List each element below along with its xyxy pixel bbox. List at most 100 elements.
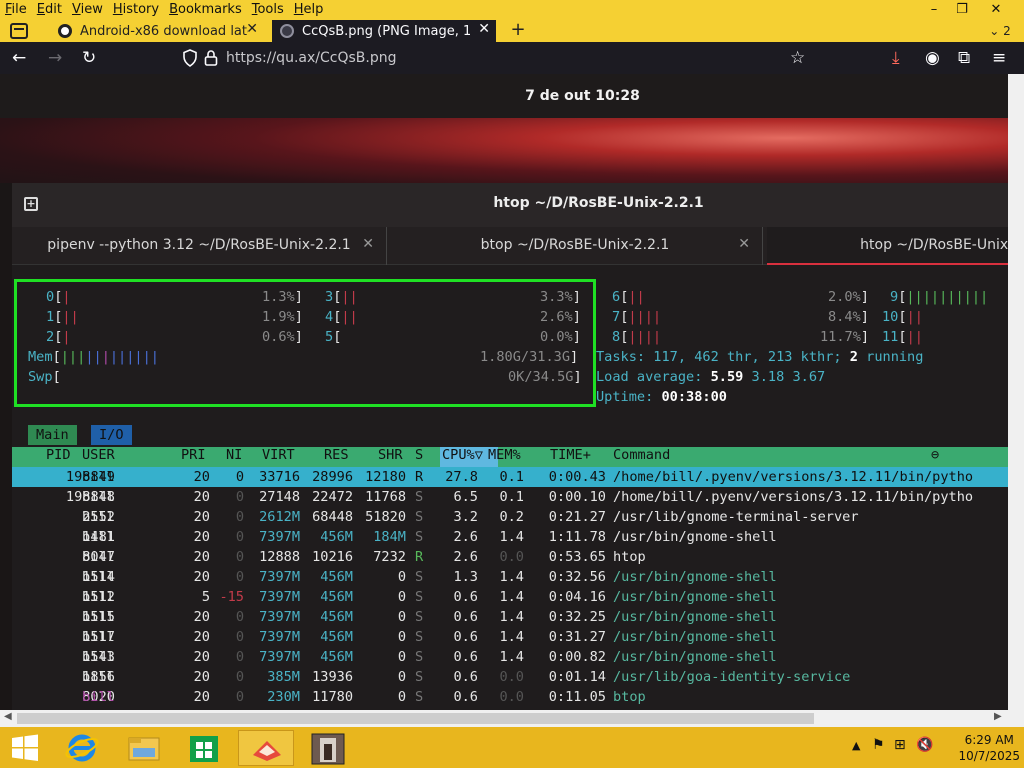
bookmark-star-icon[interactable]: ☆ xyxy=(790,48,805,68)
col-ni-cell: -15 xyxy=(219,589,244,605)
col-ni-cell: 0 xyxy=(235,609,244,625)
col-pid[interactable]: PID xyxy=(46,447,71,463)
browser-top-bar: File Edit View History Bookmarks Tools H… xyxy=(0,0,1024,42)
col-user-cell: bill xyxy=(82,549,115,565)
col-virt[interactable]: VIRT xyxy=(262,447,295,463)
col-ni[interactable]: NI xyxy=(226,447,242,463)
terminal-tab-close-icon[interactable]: ✕ xyxy=(362,236,374,252)
menu-help[interactable]: Help xyxy=(289,0,329,20)
firefox-taskbar-icon[interactable] xyxy=(238,730,294,766)
col-command-cell: /usr/bin/gnome-shell xyxy=(613,589,777,605)
process-row[interactable]: 1481 bill 20 0 7397M 456M 184M S 2.6 1.4 1:11.78/u… xyxy=(12,527,1008,547)
account-icon[interactable]: ◉ xyxy=(925,48,940,68)
process-row[interactable]: 198849 bill 20 0 33716 28996 12180 R 27.8 0.1 0:00… xyxy=(12,467,1008,487)
terminal-tab-pipenv[interactable]: pipenv --python 3.12 ~/D/RosBE-Unix-2.2.… xyxy=(12,227,387,265)
url-bar[interactable]: https://qu.ax/CcQsB.png xyxy=(176,46,816,70)
process-row[interactable]: 8047 bill 20 0 12888 10216 7232 R 2.6 0.0 0:53.65 h… xyxy=(12,547,1008,567)
back-arrow-icon[interactable]: ← xyxy=(12,48,26,68)
col-mem[interactable]: MEM% xyxy=(488,447,521,463)
process-row[interactable]: 1512 bill 5 -15 7397M 456M 0 S 0.6 1.4 0:04.16/usr… xyxy=(12,587,1008,607)
menu-file[interactable]: File xyxy=(0,0,32,20)
col-shr[interactable]: SHR xyxy=(378,447,403,463)
file-explorer-icon[interactable] xyxy=(116,730,172,766)
process-row[interactable]: 1515 bill 20 0 7397M 456M 0 S 0.6 1.4 0:32.25/usr/… xyxy=(12,607,1008,627)
volume-muted-icon[interactable]: 🔇 xyxy=(916,737,933,753)
cpu-meter-5-value: 0.0%] xyxy=(540,329,581,345)
tab-overflow-button[interactable]: ⌄ 2 xyxy=(980,22,1020,40)
start-button[interactable] xyxy=(0,730,50,766)
col-time[interactable]: TIME+ xyxy=(550,447,591,463)
process-row[interactable]: 2552 bill 20 0 2612M 68448 51820 S 3.2 0.2 0:21.27… xyxy=(12,507,1008,527)
col-cpu-cell: 1.3 xyxy=(453,569,478,585)
tab-io[interactable]: I/O xyxy=(91,425,132,445)
tab-close-icon[interactable]: ✕ xyxy=(478,21,490,37)
menu-edit[interactable]: Edit xyxy=(32,0,67,20)
downloads-icon[interactable]: ⤓ xyxy=(892,48,900,68)
menu-view[interactable]: View xyxy=(67,0,108,20)
col-ni-cell: 0 xyxy=(235,649,244,665)
scroll-right-icon[interactable]: ▶ xyxy=(994,711,1002,722)
store-icon[interactable] xyxy=(176,730,232,766)
network-icon[interactable]: ⊞ xyxy=(894,737,906,753)
show-hidden-icons-icon[interactable]: ▲ xyxy=(852,739,860,752)
forward-arrow-icon[interactable]: → xyxy=(48,48,62,68)
menu-tools[interactable]: Tools xyxy=(247,0,289,20)
reload-icon[interactable]: ↻ xyxy=(82,48,96,68)
menu-hamburger-icon[interactable]: ≡ xyxy=(992,48,1006,68)
windows-logo-icon xyxy=(12,734,38,761)
col-state[interactable]: S xyxy=(415,447,423,463)
process-row[interactable]: 8020 bill 20 0 230M 11780 0 S 0.6 0.0 0:11.05 btop xyxy=(12,687,1008,707)
tab-main[interactable]: Main xyxy=(28,425,77,445)
col-command[interactable]: Command xyxy=(613,447,670,463)
col-user-cell: bill xyxy=(82,629,115,645)
tab-image[interactable]: CcQsB.png (PNG Image, 1293 × ✕ xyxy=(272,20,496,42)
process-row[interactable]: 1517 bill 20 0 7397M 456M 0 S 0.6 1.4 0:31.27/usr/… xyxy=(12,627,1008,647)
col-pri[interactable]: PRI xyxy=(181,447,206,463)
image-viewer-taskbar-icon[interactable] xyxy=(300,730,356,766)
close-window-button[interactable]: ✕ xyxy=(980,0,1012,20)
process-row[interactable]: 1543 bill 20 0 7397M 456M 0 S 0.6 1.4 0:00.82/usr/… xyxy=(12,647,1008,667)
tab-list-icon[interactable] xyxy=(10,23,28,39)
vertical-scrollbar[interactable] xyxy=(1008,74,1024,727)
col-res-cell: 456M xyxy=(320,589,353,605)
col-virt-cell: 7397M xyxy=(259,629,300,645)
maximize-button[interactable]: ❐ xyxy=(946,0,978,20)
scroll-left-icon[interactable]: ◀ xyxy=(4,711,12,722)
action-center-flag-icon[interactable]: ⚑ xyxy=(872,737,885,753)
process-row[interactable]: 1514 bill 20 0 7397M 456M 0 S 1.3 1.4 0:32.56/usr/… xyxy=(12,567,1008,587)
col-res[interactable]: RES xyxy=(324,447,349,463)
col-user[interactable]: USER xyxy=(82,447,115,463)
terminal-tab-btop[interactable]: btop ~/D/RosBE-Unix-2.2.1 ✕ xyxy=(388,227,763,265)
col-user-cell: bill xyxy=(82,529,115,545)
process-row[interactable]: 198848 bill 20 0 27148 22472 11768 S 6.5 0.1 0:00.… xyxy=(12,487,1008,507)
col-time-cell: 0:11.05 xyxy=(548,689,606,705)
col-cpu[interactable]: CPU%▽ xyxy=(442,447,483,463)
menu-history[interactable]: History xyxy=(108,0,164,20)
col-user-cell: bill xyxy=(82,609,115,625)
horizontal-scroll-thumb[interactable] xyxy=(17,713,814,724)
cpu-meter-7: 7[|||| xyxy=(612,309,662,325)
tab-android-x86[interactable]: Android-x86 download latest ve ✕ xyxy=(50,20,264,42)
horizontal-scrollbar[interactable]: ◀ ▶ xyxy=(0,710,1008,727)
col-virt-cell: 33716 xyxy=(259,469,300,485)
extensions-icon[interactable]: ⧉ xyxy=(958,48,970,68)
new-tab-button[interactable]: + xyxy=(506,20,530,42)
col-state-cell: S xyxy=(415,669,424,685)
col-cpu-cell: 0.6 xyxy=(453,669,478,685)
col-virt-cell: 7397M xyxy=(259,649,300,665)
url-text: https://qu.ax/CcQsB.png xyxy=(226,50,397,66)
lock-icon[interactable] xyxy=(204,49,218,67)
col-mem-cell: 1.4 xyxy=(499,589,524,605)
cpu-meter-3-value: 3.3%] xyxy=(540,289,581,305)
internet-explorer-icon[interactable] xyxy=(54,730,110,766)
taskbar-clock[interactable]: 6:29 AM 10/7/2025 xyxy=(958,732,1020,764)
terminal-tab-close-icon[interactable]: ✕ xyxy=(738,236,750,252)
cpu-meter-4-value: 2.6%] xyxy=(540,309,581,325)
tab-close-icon[interactable]: ✕ xyxy=(246,21,258,37)
terminal-tab-htop[interactable]: htop ~/D/RosBE-Unix-2.2.1 xyxy=(767,227,1008,265)
menu-bookmarks[interactable]: Bookmarks xyxy=(164,0,247,20)
col-time-cell: 0:32.25 xyxy=(548,609,606,625)
col-command-cell: /usr/bin/gnome-shell xyxy=(613,609,777,625)
process-row[interactable]: 1856 bill 20 0 385M 13936 0 S 0.6 0.0 0:01.14/usr/… xyxy=(12,667,1008,687)
shield-icon[interactable] xyxy=(182,49,198,67)
